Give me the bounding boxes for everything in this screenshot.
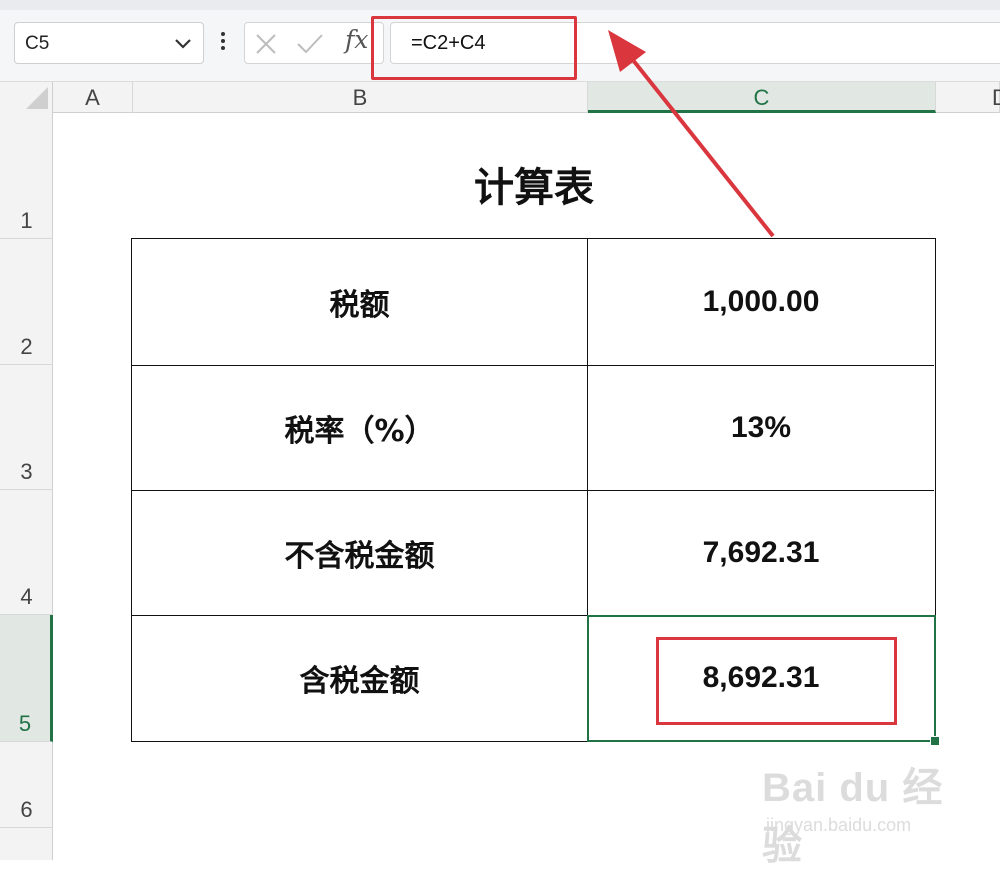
cell-c4[interactable]: 7,692.31 <box>588 490 934 615</box>
formula-actions: fx <box>244 22 384 64</box>
cancel-icon[interactable] <box>254 32 278 56</box>
column-header-d[interactable]: D <box>936 82 1000 113</box>
row-header-6[interactable]: 6 <box>0 742 53 828</box>
column-header-b[interactable]: B <box>133 82 588 113</box>
fill-handle[interactable] <box>930 736 940 746</box>
row-header-1[interactable]: 1 <box>0 113 53 239</box>
row-header-2[interactable]: 2 <box>0 239 53 365</box>
column-header-a[interactable]: A <box>53 82 133 113</box>
cell-c3[interactable]: 13% <box>588 365 934 490</box>
cell-b4[interactable]: 不含税金额 <box>132 490 588 615</box>
sheet-title[interactable]: 计算表 <box>132 155 936 213</box>
check-icon[interactable] <box>296 32 324 56</box>
window-top-strip <box>0 0 1000 10</box>
column-header-c[interactable]: C <box>588 82 936 113</box>
name-box[interactable]: C5 <box>14 22 204 64</box>
chevron-down-icon[interactable] <box>173 33 193 53</box>
formula-highlight-box <box>371 16 577 80</box>
row-header-5[interactable]: 5 <box>0 615 53 742</box>
select-all-corner[interactable] <box>0 82 53 113</box>
result-highlight-box <box>656 637 897 725</box>
cell-c2[interactable]: 1,000.00 <box>588 239 934 365</box>
baidu-watermark-url: jingyan.baidu.com <box>766 815 912 835</box>
name-box-value: C5 <box>25 33 50 54</box>
cell-b2[interactable]: 税额 <box>132 239 588 365</box>
cell-b5[interactable]: 含税金额 <box>132 615 588 740</box>
baidu-watermark-logo: Bai du 经验 <box>762 766 944 868</box>
more-options-icon[interactable] <box>217 30 229 58</box>
row-header-3[interactable]: 3 <box>0 365 53 490</box>
cell-b3[interactable]: 税率（%） <box>132 365 588 490</box>
row-header-4[interactable]: 4 <box>0 490 53 615</box>
insert-function-icon[interactable]: fx <box>345 25 368 54</box>
